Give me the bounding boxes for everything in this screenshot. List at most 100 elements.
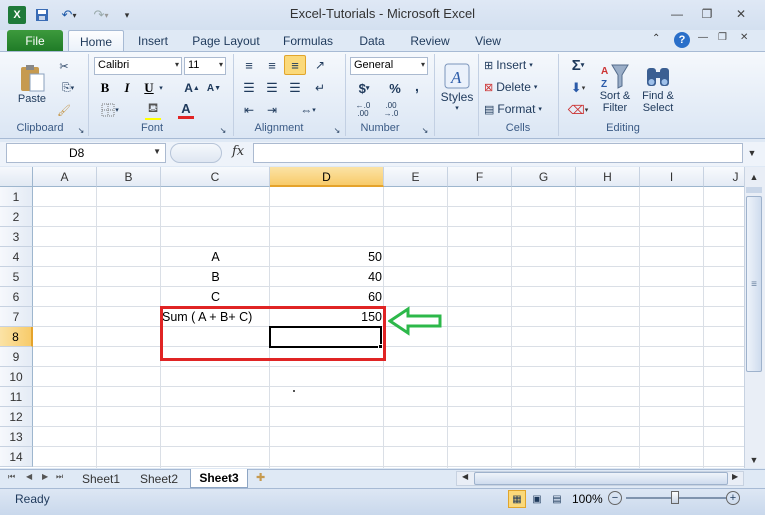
row-header-1[interactable]: 1: [0, 187, 33, 207]
sheet-tab-sheet2[interactable]: Sheet2: [132, 469, 186, 488]
column-header-j[interactable]: J: [704, 167, 744, 187]
increase-decimal-icon[interactable]: ←.0.00: [352, 101, 374, 119]
row-header-9[interactable]: 9: [0, 347, 33, 367]
cell-d4[interactable]: 50: [270, 247, 384, 267]
scroll-right-button[interactable]: ▶: [732, 472, 738, 481]
column-header-b[interactable]: B: [97, 167, 161, 187]
row-header-4[interactable]: 4: [0, 247, 33, 267]
page-layout-view-button[interactable]: ▣: [528, 490, 546, 508]
zoom-out-button[interactable]: −: [608, 491, 622, 505]
zoom-slider-thumb[interactable]: [671, 491, 679, 504]
column-header-h[interactable]: H: [576, 167, 640, 187]
row-header-3[interactable]: 3: [0, 227, 33, 247]
cut-icon[interactable]: ✂: [56, 58, 72, 74]
comma-button[interactable]: ,: [410, 78, 424, 94]
font-launcher-icon[interactable]: ↘: [218, 125, 228, 135]
tab-formulas[interactable]: Formulas: [276, 30, 340, 52]
row-header-5[interactable]: 5: [0, 267, 33, 287]
row-header-2[interactable]: 2: [0, 207, 33, 227]
column-header-c[interactable]: C: [161, 167, 270, 187]
workbook-minimize-icon[interactable]: —: [698, 32, 708, 43]
scroll-down-button[interactable]: ▼: [746, 452, 762, 468]
align-top-icon[interactable]: ≡: [240, 57, 258, 73]
column-header-i[interactable]: I: [640, 167, 704, 187]
font-shrink-icon[interactable]: A ▼: [205, 80, 223, 96]
cell-c5[interactable]: B: [161, 267, 270, 287]
clear-icon[interactable]: ⌫ ▾: [564, 101, 592, 119]
alignment-launcher-icon[interactable]: ↘: [332, 125, 342, 135]
cell-d5[interactable]: 40: [270, 267, 384, 287]
row-header-11[interactable]: 11: [0, 387, 33, 407]
page-break-view-button[interactable]: ▤: [548, 490, 566, 508]
cell-c6[interactable]: C: [161, 287, 270, 307]
column-header-g[interactable]: G: [512, 167, 576, 187]
help-icon[interactable]: ?: [674, 32, 690, 48]
font-name-combo[interactable]: Calibri ▾: [94, 57, 182, 75]
align-bottom-icon[interactable]: ≡: [284, 55, 306, 75]
fill-icon[interactable]: ⬇ ▾: [564, 79, 592, 97]
formula-bar-handle[interactable]: [170, 143, 222, 163]
sheet-nav-last-icon[interactable]: ⏭: [56, 472, 63, 482]
find-select-button[interactable]: Find & Select: [638, 56, 678, 120]
delete-cells-button[interactable]: ⊠ Delete ▾: [484, 79, 548, 95]
workbook-restore-icon[interactable]: ❐: [718, 32, 727, 43]
orientation-icon[interactable]: ↗: [310, 57, 330, 73]
row-header-14[interactable]: 14: [0, 447, 33, 467]
worksheet-grid[interactable]: A B C D E F G H I J 1 2 3 4 5 6 7 8 9 10…: [0, 167, 744, 468]
align-left-icon[interactable]: ☰: [240, 80, 258, 96]
sheet-nav-first-icon[interactable]: ⏮: [8, 472, 15, 482]
column-header-a[interactable]: A: [33, 167, 97, 187]
align-right-icon[interactable]: ☰: [286, 80, 304, 96]
tab-view[interactable]: View: [466, 30, 510, 52]
sheet-nav-next-icon[interactable]: ▶: [42, 472, 48, 481]
row-header-10[interactable]: 10: [0, 367, 33, 387]
scroll-up-button[interactable]: ▲: [746, 169, 762, 185]
tab-page-layout[interactable]: Page Layout: [186, 30, 266, 52]
merge-center-icon[interactable]: ⇔ ▾: [295, 102, 321, 118]
format-cells-button[interactable]: ▤ Format ▾: [484, 101, 548, 117]
clipboard-launcher-icon[interactable]: ↘: [76, 125, 86, 135]
tab-home[interactable]: Home: [68, 30, 124, 52]
expand-formula-bar-icon[interactable]: ▼: [744, 144, 760, 162]
font-size-combo[interactable]: 11 ▾: [184, 57, 226, 75]
bold-button[interactable]: B: [97, 80, 113, 96]
row-header-6[interactable]: 6: [0, 287, 33, 307]
zoom-level[interactable]: 100%: [572, 492, 603, 506]
select-all-corner[interactable]: [0, 167, 33, 187]
format-painter-icon[interactable]: 🖌: [56, 102, 72, 118]
zoom-in-button[interactable]: +: [726, 491, 740, 505]
decrease-decimal-icon[interactable]: .00 →.0: [380, 101, 402, 119]
column-header-d[interactable]: D: [270, 167, 384, 187]
increase-indent-icon[interactable]: ⇥: [263, 102, 281, 118]
insert-sheet-icon[interactable]: ✚: [256, 471, 265, 484]
close-button[interactable]: ✕: [730, 5, 752, 23]
formula-input[interactable]: [253, 143, 743, 163]
fill-color-icon[interactable]: ⛾: [140, 100, 166, 120]
font-color-icon[interactable]: A: [172, 100, 200, 120]
number-launcher-icon[interactable]: ↘: [420, 125, 430, 135]
currency-button[interactable]: $ ▾: [352, 80, 376, 96]
horizontal-scroll-thumb[interactable]: [474, 472, 728, 485]
row-header-8[interactable]: 8: [0, 327, 33, 347]
row-header-12[interactable]: 12: [0, 407, 33, 427]
name-box[interactable]: D8 ▼: [6, 143, 166, 163]
row-header-7[interactable]: 7: [0, 307, 33, 327]
minimize-button[interactable]: —: [666, 5, 688, 23]
restore-button[interactable]: ❐: [696, 5, 718, 23]
tab-insert[interactable]: Insert: [128, 30, 178, 52]
split-handle-icon[interactable]: [746, 187, 762, 193]
align-center-icon[interactable]: ☰: [263, 80, 281, 96]
sort-filter-button[interactable]: AZ Sort & Filter: [596, 56, 634, 120]
font-grow-icon[interactable]: A ▲: [183, 80, 201, 96]
row-header-13[interactable]: 13: [0, 427, 33, 447]
italic-button[interactable]: I: [119, 80, 135, 96]
autosum-button[interactable]: Σ ▾: [564, 56, 592, 74]
minimize-ribbon-icon[interactable]: ⌃: [652, 33, 660, 44]
column-header-e[interactable]: E: [384, 167, 448, 187]
tab-data[interactable]: Data: [350, 30, 394, 52]
cell-d6[interactable]: 60: [270, 287, 384, 307]
underline-dropdown-icon[interactable]: ▾: [157, 82, 165, 94]
workbook-close-icon[interactable]: ✕: [740, 32, 748, 43]
sheet-tab-sheet1[interactable]: Sheet1: [74, 469, 128, 488]
tab-file[interactable]: File: [7, 30, 63, 52]
